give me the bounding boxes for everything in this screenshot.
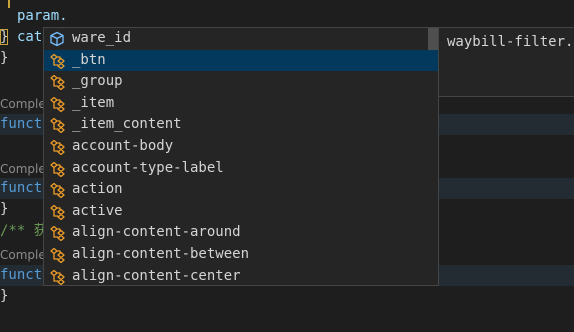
suggest-item[interactable]: align-content-center — [44, 266, 438, 285]
class-icon — [50, 161, 65, 177]
class-icon — [50, 183, 65, 199]
suggest-item-label: account-type-label — [72, 159, 224, 176]
class-icon — [50, 204, 65, 220]
code-comment: /** 获 — [0, 223, 48, 239]
class-icon — [50, 247, 65, 263]
suggest-item-label: _btn — [72, 51, 106, 68]
cube-icon — [50, 31, 64, 47]
suggest-scrollbar[interactable] — [428, 28, 438, 285]
suggest-item-label: account-body — [72, 138, 174, 154]
class-icon — [50, 53, 65, 69]
bracket-match-marker — [8, 0, 10, 8]
scrollbar-thumb[interactable] — [428, 28, 438, 50]
codelens-hint[interactable]: Comple — [0, 161, 46, 177]
suggest-item-label: _group — [72, 73, 123, 90]
suggest-item[interactable]: account-body — [44, 136, 438, 158]
code-brace: } — [0, 50, 9, 66]
code-brace: } — [0, 29, 9, 45]
suggest-item-label: active — [72, 202, 123, 219]
suggest-item-label: _item_content — [72, 116, 182, 133]
code-brace: } — [0, 288, 9, 304]
suggest-item[interactable]: _group — [44, 71, 438, 93]
class-icon — [50, 139, 65, 155]
suggest-item-label: action — [72, 181, 123, 198]
suggest-item[interactable]: _item_content — [44, 114, 438, 136]
code-line: funct — [0, 267, 43, 283]
suggest-item[interactable]: ware_id — [44, 28, 438, 50]
suggest-item-label: _item — [72, 94, 115, 111]
codelens-hint[interactable]: Comple — [0, 96, 46, 112]
code-brace: } — [0, 201, 9, 217]
suggest-item[interactable]: _item — [44, 93, 438, 115]
class-icon — [50, 118, 65, 134]
suggest-item-label: align-content-between — [72, 246, 250, 262]
suggest-item[interactable]: align-content-between — [44, 244, 438, 266]
class-icon — [50, 269, 65, 285]
code-line: funct — [0, 116, 43, 132]
code-line: funct — [0, 180, 43, 196]
codelens-hint[interactable]: Comple — [0, 247, 46, 263]
details-text: waybill-filter. — [447, 34, 574, 50]
suggest-item-label: ware_id — [72, 30, 132, 46]
suggest-details-panel: waybill-filter. — [439, 27, 574, 97]
suggest-item[interactable]: align-content-around — [44, 222, 438, 244]
class-icon — [50, 96, 65, 112]
suggest-item[interactable]: account-type-label — [44, 158, 438, 180]
suggest-item-label: align-content-around — [72, 224, 241, 241]
code-line: param. — [17, 8, 68, 24]
suggest-item[interactable]: _btn — [44, 49, 438, 72]
class-icon — [50, 226, 65, 242]
suggest-item[interactable]: active — [44, 201, 438, 223]
suggest-item-label: align-content-center — [72, 267, 241, 284]
suggest-item[interactable]: action — [44, 179, 438, 201]
code-line: cat — [17, 29, 43, 45]
class-icon — [50, 75, 65, 91]
suggest-widget[interactable]: ware_id _btn _group _item _item_contentaccou… — [43, 27, 439, 286]
